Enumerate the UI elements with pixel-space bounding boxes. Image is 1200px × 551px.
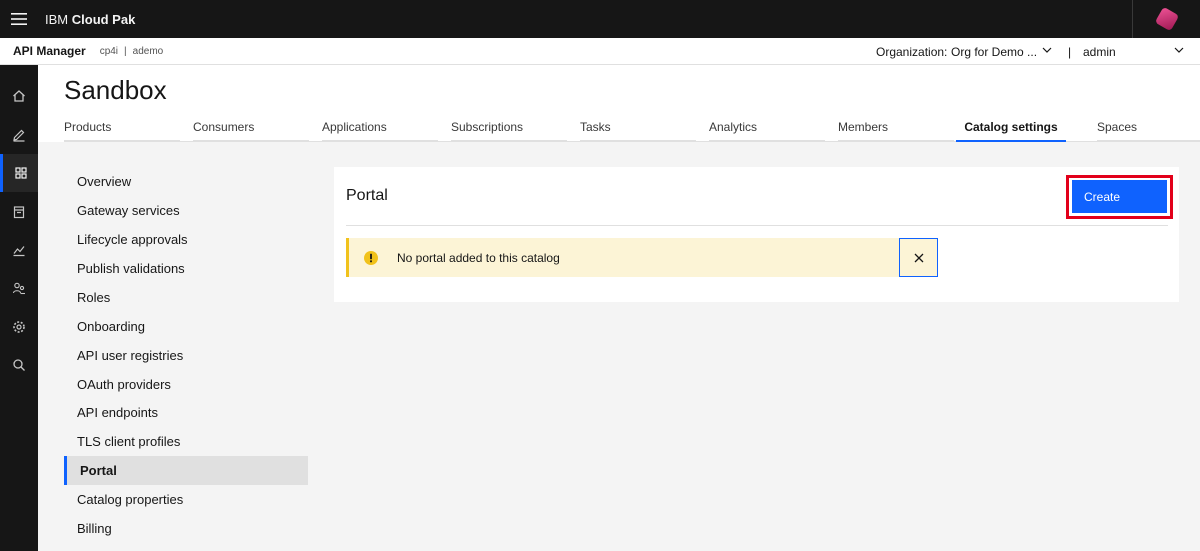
close-notification-button[interactable] (899, 238, 938, 277)
user-avatar-button[interactable] (1132, 0, 1200, 38)
app-name[interactable]: API Manager (13, 44, 86, 58)
settings-nav-oauth-providers[interactable]: OAuth providers (64, 370, 308, 399)
tab-subscriptions[interactable]: Subscriptions (451, 115, 567, 142)
edit-icon (13, 129, 25, 142)
hamburger-menu-button[interactable] (0, 0, 38, 38)
settings-nav-overview[interactable]: Overview (64, 167, 308, 196)
tab-spaces[interactable]: Spaces (1097, 115, 1200, 142)
home-icon (13, 90, 25, 102)
sub-header: API Manager cp4i | ademo Organization: O… (0, 38, 1200, 65)
settings-nav-gateway-services[interactable]: Gateway services (64, 196, 308, 225)
tab-members[interactable]: Members (838, 115, 954, 142)
tab-analytics[interactable]: Analytics (709, 115, 825, 142)
chevron-down-icon[interactable] (1041, 44, 1053, 56)
menu-icon (11, 13, 27, 25)
settings-nav-onboarding[interactable]: Onboarding (64, 312, 308, 341)
catalog-icon (13, 206, 25, 219)
notification-message: No portal added to this catalog (397, 250, 560, 265)
rail-search[interactable] (0, 346, 38, 384)
breadcrumb-org[interactable]: ademo (133, 46, 164, 57)
settings-nav-roles[interactable]: Roles (64, 283, 308, 312)
warning-icon (363, 250, 379, 266)
analytics-icon (13, 246, 25, 257)
rail-settings[interactable] (0, 308, 38, 346)
portal-title: Portal (346, 187, 388, 204)
divider (346, 225, 1168, 226)
user-separator: | (1068, 45, 1072, 59)
settings-icon (13, 321, 25, 333)
rail-catalog[interactable] (0, 193, 38, 231)
cloud-pak-logo-icon (1155, 8, 1178, 30)
tab-tasks[interactable]: Tasks (580, 115, 696, 142)
rail-home[interactable] (0, 77, 38, 115)
dashboard-icon (14, 167, 27, 179)
chevron-down-icon[interactable] (1173, 44, 1185, 56)
close-icon (914, 253, 923, 262)
settings-nav-api-endpoints[interactable]: API endpoints (64, 398, 308, 427)
warning-notification: No portal added to this catalog (346, 238, 938, 277)
organization-label: Organization: (876, 45, 948, 59)
settings-nav-tls-client-profiles[interactable]: TLS client profiles (64, 427, 308, 456)
settings-nav-api-user-registries[interactable]: API user registries (64, 341, 308, 370)
tab-products[interactable]: Products (64, 115, 180, 142)
catalog-header: Sandbox Products Consumers Applications … (38, 65, 1200, 142)
rail-manage[interactable] (0, 154, 38, 192)
organization-selector[interactable]: Org for Demo ... (951, 45, 1037, 59)
create-button[interactable]: Create (1072, 180, 1167, 213)
settings-nav-billing[interactable]: Billing (64, 514, 308, 543)
rail-analytics[interactable] (0, 231, 38, 269)
tab-applications[interactable]: Applications (322, 115, 438, 142)
catalog-tabs: Products Consumers Applications Subscrip… (64, 115, 1200, 142)
members-icon (12, 282, 25, 295)
settings-nav-catalog-properties[interactable]: Catalog properties (64, 485, 308, 514)
rail-develop[interactable] (0, 116, 38, 154)
top-header: IBM Cloud Pak (0, 0, 1200, 38)
search-icon (13, 359, 25, 371)
product-brand[interactable]: IBM Cloud Pak (45, 12, 135, 27)
brand-name: Cloud Pak (71, 11, 136, 27)
settings-nav-publish-validations[interactable]: Publish validations (64, 254, 308, 283)
user-menu[interactable]: admin (1083, 45, 1116, 59)
breadcrumb-separator: | (124, 45, 127, 57)
portal-card: Portal Create No portal added to this ca… (334, 167, 1179, 302)
left-nav-rail (0, 65, 38, 551)
brand-prefix: IBM (45, 11, 69, 27)
breadcrumb-provider[interactable]: cp4i (100, 46, 118, 57)
tab-consumers[interactable]: Consumers (193, 115, 309, 142)
page-title: Sandbox (64, 75, 167, 105)
settings-nav-lifecycle-approvals[interactable]: Lifecycle approvals (64, 225, 308, 254)
settings-nav-portal[interactable]: Portal (64, 456, 308, 485)
tab-catalog-settings[interactable]: Catalog settings (956, 115, 1066, 142)
rail-members[interactable] (0, 269, 38, 307)
